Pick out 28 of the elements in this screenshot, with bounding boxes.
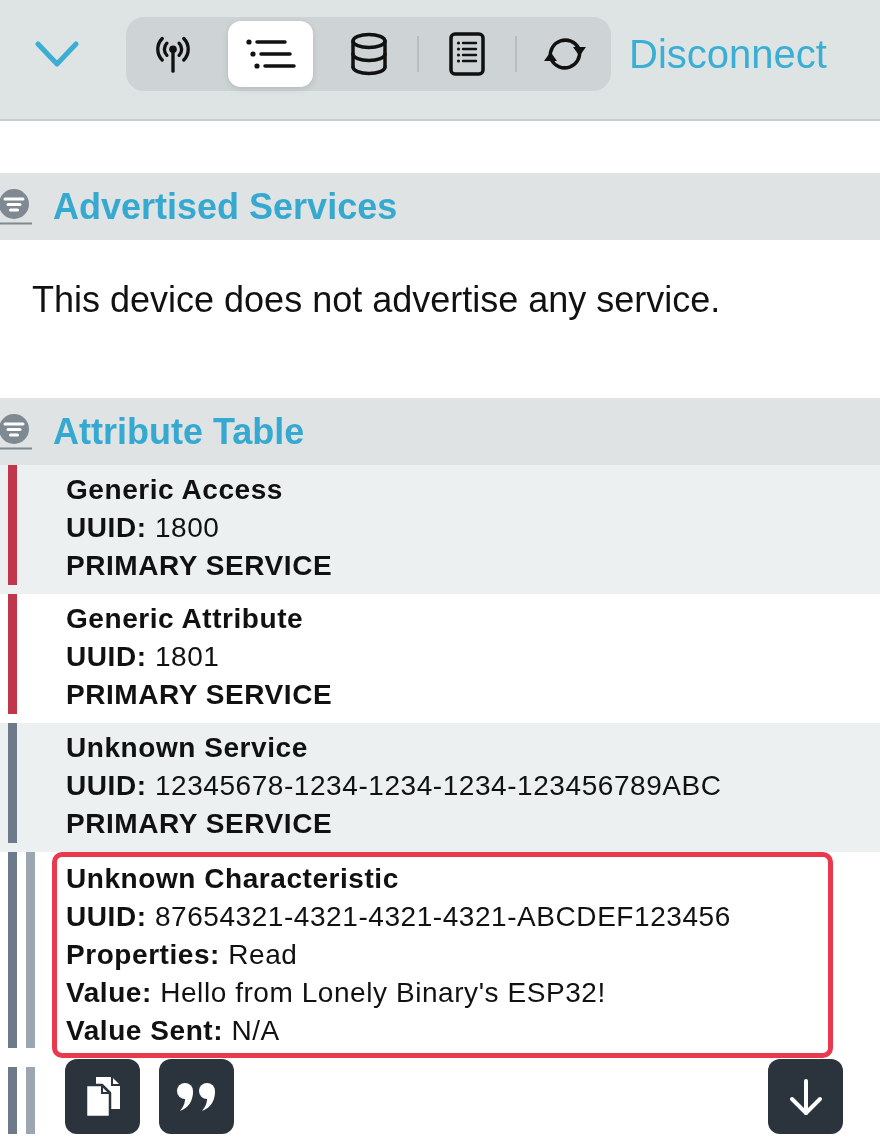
characteristic-name: Unknown Characteristic	[66, 862, 399, 896]
scroll-down-button[interactable]	[768, 1059, 843, 1134]
uuid-text: UUID: 1801	[66, 640, 220, 674]
characteristic-detail: Properties: Read	[66, 938, 298, 972]
quote-button[interactable]	[159, 1059, 234, 1134]
service-type: PRIMARY SERVICE	[66, 678, 333, 712]
characteristic-detail: Value Sent: N/A	[66, 1014, 280, 1048]
filter-icon	[0, 413, 32, 450]
characteristic-detail: UUID: 87654321-4321-4321-4321-ABCDEF123456	[66, 900, 731, 934]
quote-icon	[175, 1081, 218, 1112]
disconnect-button[interactable]: Disconnect	[627, 17, 829, 91]
uuid-text: UUID: 1800	[66, 511, 220, 545]
database-icon	[348, 32, 389, 76]
service-type: PRIMARY SERVICE	[66, 549, 333, 583]
service-name: Generic Attribute	[66, 602, 304, 636]
section-title: Attribute Table	[53, 413, 305, 450]
uuid-text: UUID: 12345678-1234-1234-1234-123456789ABC	[66, 769, 722, 803]
characteristic-detail: Value: Hello from Lonely Binary's ESP32!	[66, 976, 606, 1010]
service-type: PRIMARY SERVICE	[66, 807, 333, 841]
list-icon	[244, 37, 297, 71]
section-title: Advertised Services	[53, 188, 398, 225]
empty-message: This device does not advertise any service.	[32, 279, 721, 320]
service-name: Unknown Service	[66, 731, 308, 765]
list-tab[interactable]	[228, 21, 313, 87]
filter-icon	[0, 188, 32, 225]
notebook-icon	[448, 32, 485, 76]
service-name: Generic Access	[66, 473, 283, 507]
copy-button[interactable]	[65, 1059, 140, 1134]
